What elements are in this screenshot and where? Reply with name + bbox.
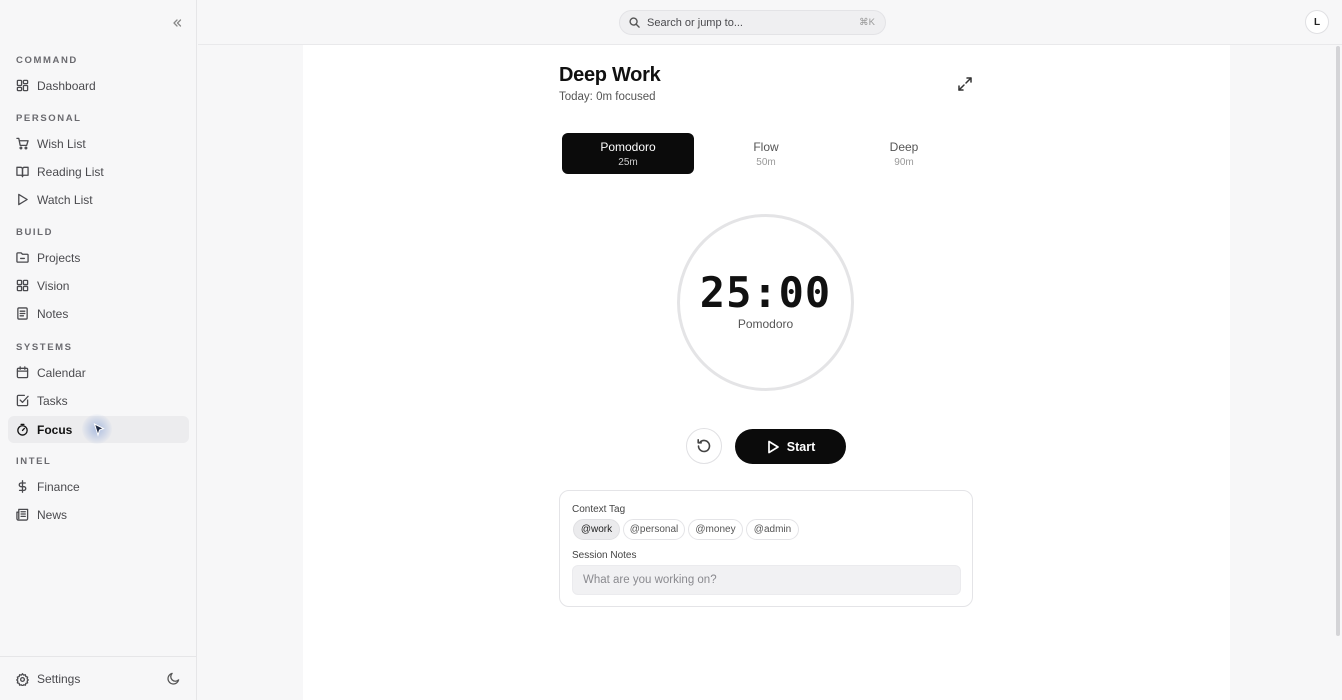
sidebar-item-tasks[interactable]: Tasks [8,387,189,414]
checkbox-icon [16,394,29,407]
newspaper-icon [16,508,29,521]
context-tag-label: Context Tag [572,504,626,515]
top-bar: Search or jump to... ⌘K L [198,0,1342,45]
tag-work[interactable]: @work [573,519,620,540]
session-notes-input[interactable] [572,565,961,595]
calendar-icon [16,366,29,379]
sidebar-item-label: Watch List [37,192,93,207]
sidebar-item-label: Wish List [37,136,86,151]
play-icon [16,193,29,206]
sidebar-item-calendar[interactable]: Calendar [8,359,189,386]
sidebar-item-label: Finance [37,479,80,494]
timer-display: 25:00 [699,268,832,317]
cart-icon [16,137,29,150]
search-icon [629,17,640,28]
mode-name: Flow [753,139,779,154]
search-shortcut: ⌘K [859,17,875,28]
mode-tab-flow[interactable]: Flow 50m [700,133,832,174]
sidebar-item-vision[interactable]: Vision [8,272,189,299]
mode-name: Deep [889,139,919,154]
sidebar-item-label: Tasks [37,393,68,408]
sidebar-item-wish-list[interactable]: Wish List [8,130,189,157]
sidebar-item-label: Focus [37,422,73,437]
mode-name: Pomodoro [600,139,656,154]
tag-personal[interactable]: @personal [623,519,685,540]
sidebar-item-watch-list[interactable]: Watch List [8,186,189,213]
start-label: Start [786,439,816,454]
avatar[interactable]: L [1305,10,1329,34]
timer-mode-label: Pomodoro [737,317,794,331]
timer-icon [16,423,29,436]
session-notes-label: Session Notes [572,550,637,561]
section-label-command: COMMAND [16,55,78,66]
chevrons-left-icon [173,19,182,27]
expand-icon [958,77,972,91]
section-label-personal: PERSONAL [16,113,82,124]
fullscreen-button[interactable] [956,75,974,93]
mouse-cursor-icon [93,423,105,437]
search-placeholder: Search or jump to... [647,16,743,29]
sidebar: COMMAND Dashboard PERSONAL Wish List Rea… [0,0,197,700]
mode-duration: 50m [756,156,776,168]
gear-icon [16,672,29,686]
sidebar-footer: Settings [0,656,197,700]
section-label-systems: SYSTEMS [16,342,73,353]
sidebar-item-news[interactable]: News [8,501,189,528]
dollar-icon [16,480,29,493]
mode-duration: 25m [618,156,638,168]
sidebar-item-projects[interactable]: Projects [8,244,189,271]
collapse-sidebar-button[interactable] [168,14,186,32]
moon-icon [167,672,180,685]
scrollbar[interactable] [1336,46,1340,636]
tag-money[interactable]: @money [688,519,743,540]
page-title: Deep Work [559,64,661,86]
settings-label: Settings [37,672,81,686]
tag-admin[interactable]: @admin [746,519,799,540]
sidebar-item-label: Projects [37,250,81,265]
start-button[interactable]: Start [735,429,846,464]
sidebar-item-notes[interactable]: Notes [8,300,189,327]
book-icon [16,165,29,178]
grid-icon [16,279,29,292]
play-icon [767,440,779,453]
section-label-build: BUILD [16,227,54,238]
sidebar-item-label: Notes [37,306,69,321]
mode-duration: 90m [894,156,914,168]
reset-timer-button[interactable] [686,428,722,464]
sidebar-item-finance[interactable]: Finance [8,473,189,500]
sidebar-item-label: Vision [37,278,70,293]
folder-icon [16,251,29,264]
reset-icon [697,439,711,453]
search-bar[interactable]: Search or jump to... ⌘K [619,10,886,35]
sidebar-item-reading-list[interactable]: Reading List [8,158,189,185]
sidebar-item-label: Dashboard [37,78,96,93]
theme-toggle-button[interactable] [167,672,181,686]
context-card: Context Tag @work @personal @money @admi… [559,490,973,607]
sidebar-item-label: Calendar [37,365,86,380]
mode-tab-pomodoro[interactable]: Pomodoro 25m [562,133,694,174]
section-label-intel: INTEL [16,456,52,467]
settings-button[interactable]: Settings [8,666,80,692]
focus-summary: Today: 0m focused [559,91,656,103]
dashboard-icon [16,79,29,92]
mode-tab-deep[interactable]: Deep 90m [838,133,970,174]
sidebar-item-label: News [37,507,68,522]
sidebar-item-dashboard[interactable]: Dashboard [8,72,189,99]
sidebar-item-label: Reading List [37,164,104,179]
notes-icon [16,307,29,320]
